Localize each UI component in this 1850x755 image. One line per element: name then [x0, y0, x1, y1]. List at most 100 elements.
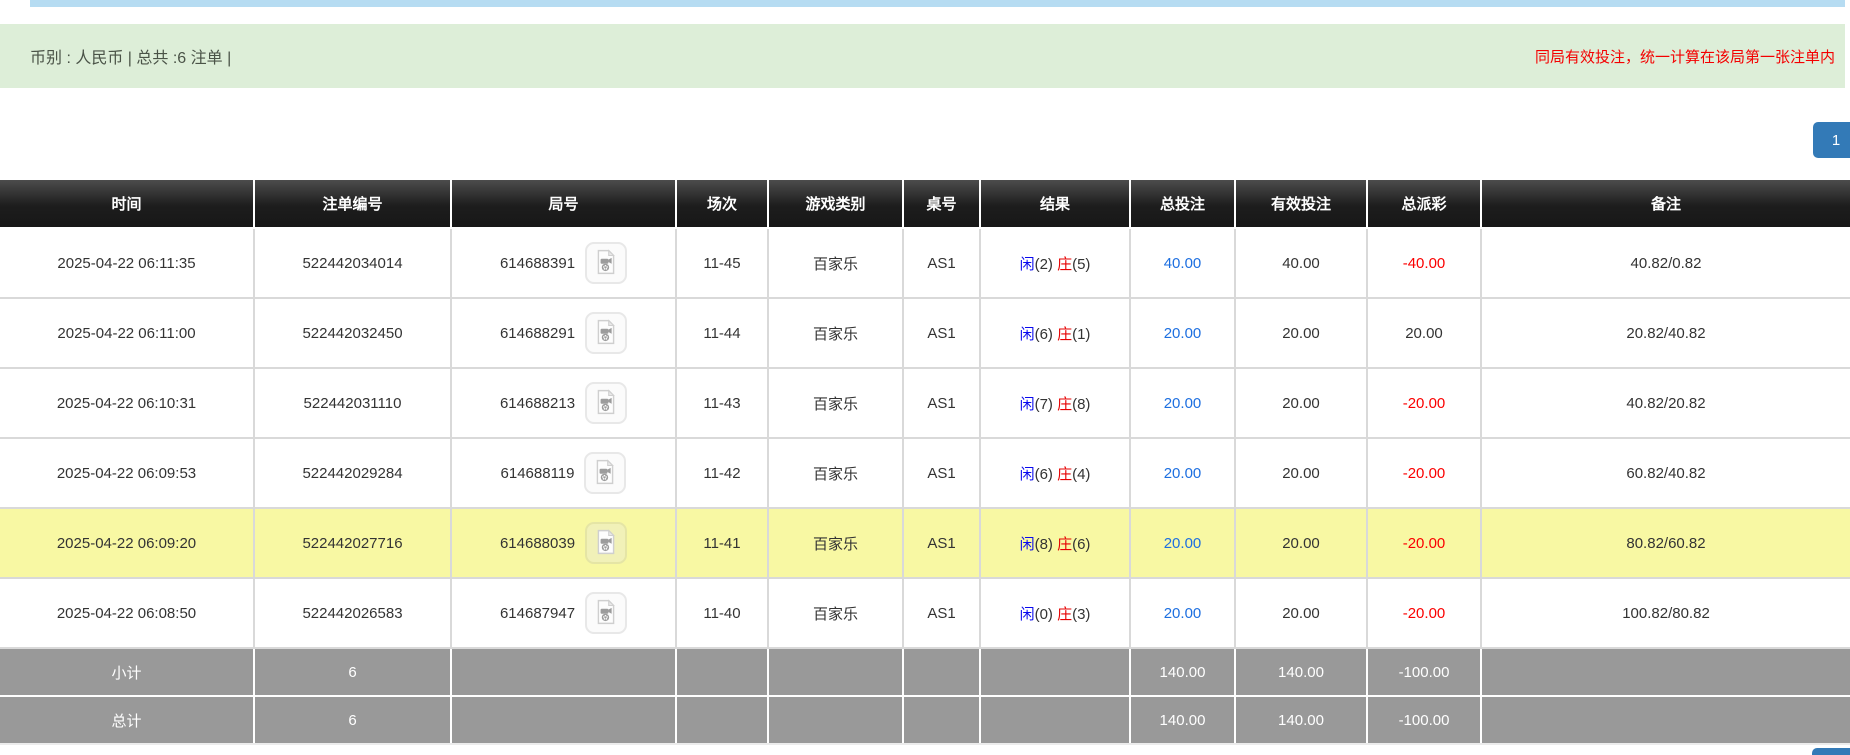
col-header-result: 结果 [980, 180, 1130, 228]
cell-time: 2025-04-22 06:10:31 [0, 368, 254, 438]
result-banker-label: 庄 [1057, 256, 1072, 273]
total-bet-link[interactable]: 20.00 [1164, 465, 1202, 482]
round-id-text: 614688119 [501, 465, 575, 482]
cell-result: 闲(8) 庄(6) [980, 508, 1130, 578]
result-player-label: 闲 [1020, 466, 1035, 483]
cell-game-type: 百家乐 [768, 368, 903, 438]
cell-payout: -20.00 [1367, 578, 1481, 648]
bet-records-table: 时间 注单编号 局号 场次 游戏类别 桌号 结果 总投注 有效投注 总派彩 备注… [0, 180, 1850, 745]
total-bet-link[interactable]: 40.00 [1164, 255, 1202, 272]
top-blue-strip [30, 0, 1845, 7]
cell-bet-id: 522442029284 [254, 438, 451, 508]
grand-total-row: 总计6140.00140.00-100.00 [0, 696, 1850, 744]
result-banker-label: 庄 [1057, 536, 1072, 553]
cell-round-id: 614688039 [451, 508, 676, 578]
currency-summary-text: 币别 : 人民币 | 总共 :6 注单 | [30, 44, 231, 68]
grand-total-row-payout: -100.00 [1367, 696, 1481, 744]
cell-valid-bet: 20.00 [1235, 438, 1367, 508]
table-row: 2025-04-22 06:11:35522442034014614688391… [0, 228, 1850, 298]
result-banker-label: 庄 [1057, 606, 1072, 623]
col-header-table-id: 桌号 [903, 180, 980, 228]
cell-table-id: AS1 [903, 368, 980, 438]
grand-total-row-valid-bet: 140.00 [1235, 696, 1367, 744]
video-file-icon [592, 459, 618, 488]
pagination-page-button-bottom[interactable]: 1 [1812, 748, 1850, 755]
col-header-remark: 备注 [1481, 180, 1850, 228]
table-row: 2025-04-22 06:08:50522442026583614687947… [0, 578, 1850, 648]
cell-game-type: 百家乐 [768, 508, 903, 578]
grand-total-row-empty [980, 696, 1130, 744]
col-header-payout: 总派彩 [1367, 180, 1481, 228]
cell-payout: 20.00 [1367, 298, 1481, 368]
round-id-group: 614688119 [453, 452, 674, 494]
cell-time: 2025-04-22 06:11:00 [0, 298, 254, 368]
cell-remark: 40.82/0.82 [1481, 228, 1850, 298]
result-player-label: 闲 [1020, 256, 1035, 273]
cell-round-id: 614688213 [451, 368, 676, 438]
video-file-icon [593, 319, 619, 348]
cell-valid-bet: 20.00 [1235, 508, 1367, 578]
cell-round-id: 614688391 [451, 228, 676, 298]
grand-total-row-empty [451, 696, 676, 744]
cell-valid-bet: 20.00 [1235, 368, 1367, 438]
cell-round-id: 614687947 [451, 578, 676, 648]
cell-game-type: 百家乐 [768, 578, 903, 648]
subtotal-row-payout: -100.00 [1367, 648, 1481, 696]
table-row: 2025-04-22 06:11:00522442032450614688291… [0, 298, 1850, 368]
round-video-button[interactable] [585, 522, 627, 564]
subtotal-row-empty [676, 648, 768, 696]
cell-time: 2025-04-22 06:08:50 [0, 578, 254, 648]
cell-session: 11-40 [676, 578, 768, 648]
cell-bet-id: 522442027716 [254, 508, 451, 578]
cell-session: 11-41 [676, 508, 768, 578]
col-header-session: 场次 [676, 180, 768, 228]
col-header-round-id: 局号 [451, 180, 676, 228]
video-file-icon [593, 529, 619, 558]
total-bet-link[interactable]: 20.00 [1164, 325, 1202, 342]
cell-table-id: AS1 [903, 228, 980, 298]
cell-session: 11-44 [676, 298, 768, 368]
cell-payout: -20.00 [1367, 438, 1481, 508]
round-id-group: 614688039 [453, 522, 674, 564]
round-video-button[interactable] [585, 242, 627, 284]
cell-result: 闲(6) 庄(1) [980, 298, 1130, 368]
round-video-button[interactable] [585, 592, 627, 634]
cell-result: 闲(0) 庄(3) [980, 578, 1130, 648]
cell-game-type: 百家乐 [768, 228, 903, 298]
round-id-text: 614688039 [500, 535, 575, 552]
cell-result: 闲(7) 庄(8) [980, 368, 1130, 438]
pagination-page-button-top[interactable]: 1 [1813, 122, 1850, 158]
result-banker-score: (4) [1072, 466, 1090, 483]
result-player-label: 闲 [1020, 396, 1035, 413]
result-player-score: (8) [1035, 536, 1058, 553]
result-banker-score: (8) [1072, 396, 1090, 413]
video-file-icon [593, 249, 619, 278]
cell-session: 11-42 [676, 438, 768, 508]
subtotal-row-valid-bet: 140.00 [1235, 648, 1367, 696]
round-id-group: 614687947 [453, 592, 674, 634]
result-banker-score: (6) [1072, 536, 1090, 553]
subtotal-row-count: 6 [254, 648, 451, 696]
subtotal-row-empty [768, 648, 903, 696]
total-bet-link[interactable]: 20.00 [1164, 395, 1202, 412]
round-video-button[interactable] [584, 452, 626, 494]
video-file-icon [593, 389, 619, 418]
result-player-score: (0) [1035, 606, 1058, 623]
result-player-label: 闲 [1020, 326, 1035, 343]
cell-total-bet: 40.00 [1130, 228, 1235, 298]
result-banker-score: (3) [1072, 606, 1090, 623]
cell-remark: 40.82/20.82 [1481, 368, 1850, 438]
cell-table-id: AS1 [903, 438, 980, 508]
result-player-score: (7) [1035, 396, 1058, 413]
round-video-button[interactable] [585, 312, 627, 354]
round-id-text: 614687947 [500, 605, 575, 622]
round-video-button[interactable] [585, 382, 627, 424]
total-bet-link[interactable]: 20.00 [1164, 535, 1202, 552]
grand-total-row-empty [768, 696, 903, 744]
total-bet-link[interactable]: 20.00 [1164, 605, 1202, 622]
cell-total-bet: 20.00 [1130, 578, 1235, 648]
col-header-valid-bet: 有效投注 [1235, 180, 1367, 228]
cell-remark: 80.82/60.82 [1481, 508, 1850, 578]
table-row: 2025-04-22 06:10:31522442031110614688213… [0, 368, 1850, 438]
summary-bar: 币别 : 人民币 | 总共 :6 注单 | 同局有效投注，统一计算在该局第一张注… [0, 24, 1845, 88]
